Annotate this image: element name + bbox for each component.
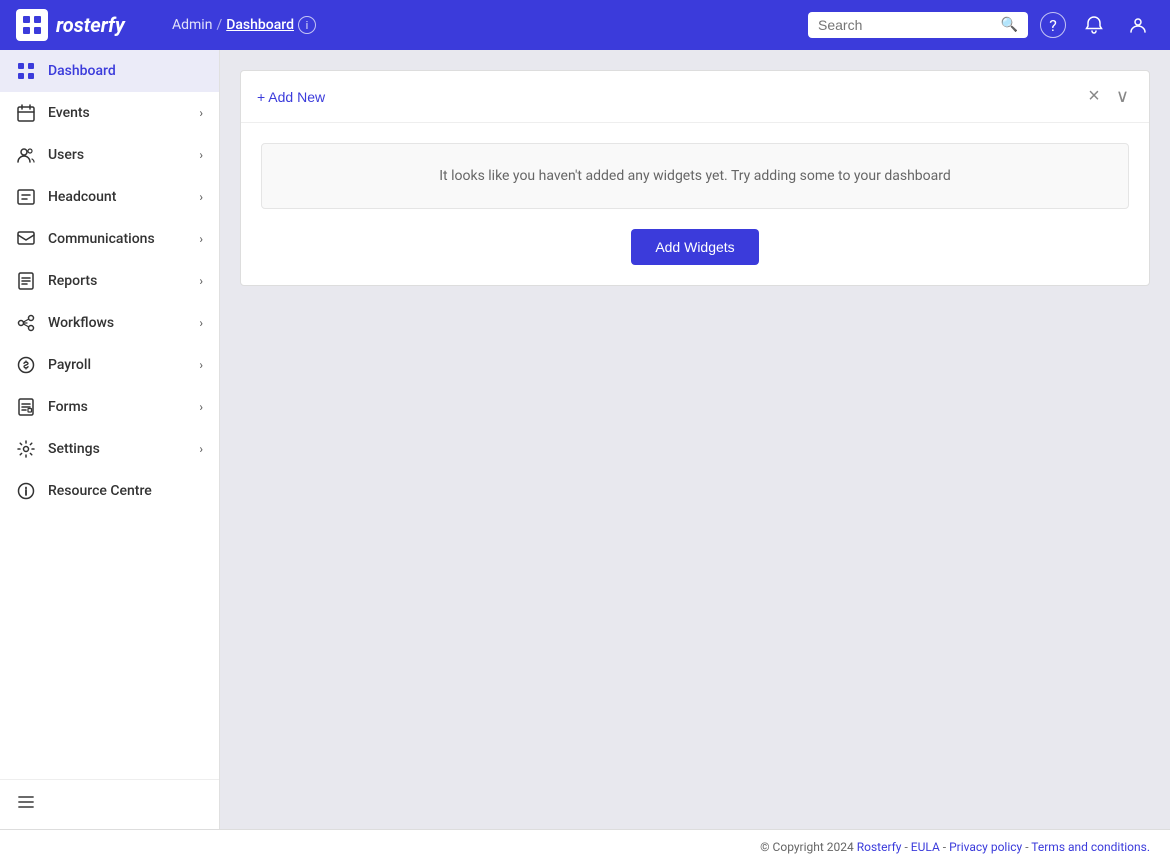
- add-widgets-button[interactable]: Add Widgets: [631, 229, 758, 265]
- settings-chevron-icon: ›: [199, 442, 203, 456]
- info-icon[interactable]: i: [298, 16, 316, 34]
- sidebar-item-communications-label: Communications: [48, 231, 187, 247]
- breadcrumb-separator: /: [216, 17, 222, 33]
- headcount-chevron-icon: ›: [199, 190, 203, 204]
- footer-separator2: -: [943, 840, 946, 854]
- empty-state: It looks like you haven't added any widg…: [261, 143, 1129, 209]
- breadcrumb: Admin / Dashboard i: [172, 16, 792, 34]
- breadcrumb-admin: Admin: [172, 17, 212, 33]
- sidebar-item-events-label: Events: [48, 105, 187, 121]
- headcount-icon: [16, 188, 36, 206]
- logo-area: rosterfy: [16, 9, 156, 41]
- sidebar-item-forms-label: Forms: [48, 399, 187, 415]
- sidebar-item-headcount[interactable]: Headcount ›: [0, 176, 219, 218]
- dashboard-icon: [16, 62, 36, 80]
- footer-privacy-link[interactable]: Privacy policy: [949, 840, 1022, 854]
- events-chevron-icon: ›: [199, 106, 203, 120]
- sidebar-item-headcount-label: Headcount: [48, 189, 187, 205]
- sidebar-item-workflows-label: Workflows: [48, 315, 187, 331]
- search-box: 🔍: [808, 12, 1028, 38]
- footer: © Copyright 2024 Rosterfy - EULA - Priva…: [0, 829, 1170, 864]
- sidebar-item-dashboard-label: Dashboard: [48, 63, 203, 79]
- search-input[interactable]: [818, 17, 995, 33]
- app-header: rosterfy Admin / Dashboard i 🔍 ?: [0, 0, 1170, 50]
- app-body: Dashboard Events › Users › Headcount ›: [0, 50, 1170, 829]
- hamburger-icon: [16, 792, 36, 817]
- help-icon[interactable]: ?: [1040, 12, 1066, 38]
- sidebar-item-workflows[interactable]: Workflows ›: [0, 302, 219, 344]
- sidebar-item-forms[interactable]: Forms ›: [0, 386, 219, 428]
- sidebar-collapse-button[interactable]: [0, 779, 219, 829]
- panel-actions: × ∨: [1084, 83, 1133, 110]
- workflows-icon: [16, 314, 36, 332]
- footer-eula-link[interactable]: EULA: [911, 840, 940, 854]
- search-icon: 🔍: [1001, 17, 1018, 33]
- forms-icon: [16, 398, 36, 416]
- forms-chevron-icon: ›: [199, 400, 203, 414]
- footer-separator3: -: [1025, 840, 1028, 854]
- sidebar-item-users-label: Users: [48, 147, 187, 163]
- main-content: + Add New × ∨ It looks like you haven't …: [220, 50, 1170, 829]
- sidebar-item-events[interactable]: Events ›: [0, 92, 219, 134]
- widget-panel-header: + Add New × ∨: [241, 71, 1149, 123]
- collapse-panel-button[interactable]: ∨: [1112, 84, 1133, 109]
- logo-icon: [16, 9, 48, 41]
- add-new-button[interactable]: + Add New: [257, 89, 1076, 105]
- sidebar-item-users[interactable]: Users ›: [0, 134, 219, 176]
- notifications-icon[interactable]: [1078, 9, 1110, 41]
- breadcrumb-current[interactable]: Dashboard: [226, 17, 294, 33]
- sidebar-item-dashboard[interactable]: Dashboard: [0, 50, 219, 92]
- widget-panel: + Add New × ∨ It looks like you haven't …: [240, 70, 1150, 286]
- footer-separator1: -: [904, 840, 907, 854]
- payroll-icon: [16, 356, 36, 374]
- workflows-chevron-icon: ›: [199, 316, 203, 330]
- payroll-chevron-icon: ›: [199, 358, 203, 372]
- footer-terms-link[interactable]: Terms and conditions.: [1031, 840, 1150, 854]
- sidebar-item-settings-label: Settings: [48, 441, 187, 457]
- sidebar-item-reports-label: Reports: [48, 273, 187, 289]
- brand-name: rosterfy: [56, 13, 125, 37]
- header-right: 🔍 ?: [808, 9, 1154, 41]
- reports-icon: [16, 272, 36, 290]
- resource-icon: [16, 482, 36, 500]
- close-panel-button[interactable]: ×: [1084, 83, 1104, 110]
- empty-state-text: It looks like you haven't added any widg…: [439, 168, 951, 184]
- footer-copyright: © Copyright 2024: [760, 840, 854, 854]
- users-icon: [16, 146, 36, 164]
- footer-brand-link[interactable]: Rosterfy: [857, 840, 902, 854]
- sidebar-item-payroll-label: Payroll: [48, 357, 187, 373]
- reports-chevron-icon: ›: [199, 274, 203, 288]
- sidebar-item-settings[interactable]: Settings ›: [0, 428, 219, 470]
- sidebar-item-communications[interactable]: Communications ›: [0, 218, 219, 260]
- sidebar-item-resource-centre-label: Resource Centre: [48, 483, 203, 499]
- sidebar-item-resource-centre[interactable]: Resource Centre: [0, 470, 219, 512]
- communications-chevron-icon: ›: [199, 232, 203, 246]
- settings-icon: [16, 440, 36, 458]
- user-icon[interactable]: [1122, 9, 1154, 41]
- sidebar: Dashboard Events › Users › Headcount ›: [0, 50, 220, 829]
- communications-icon: [16, 230, 36, 248]
- events-icon: [16, 104, 36, 122]
- sidebar-item-payroll[interactable]: Payroll ›: [0, 344, 219, 386]
- sidebar-item-reports[interactable]: Reports ›: [0, 260, 219, 302]
- users-chevron-icon: ›: [199, 148, 203, 162]
